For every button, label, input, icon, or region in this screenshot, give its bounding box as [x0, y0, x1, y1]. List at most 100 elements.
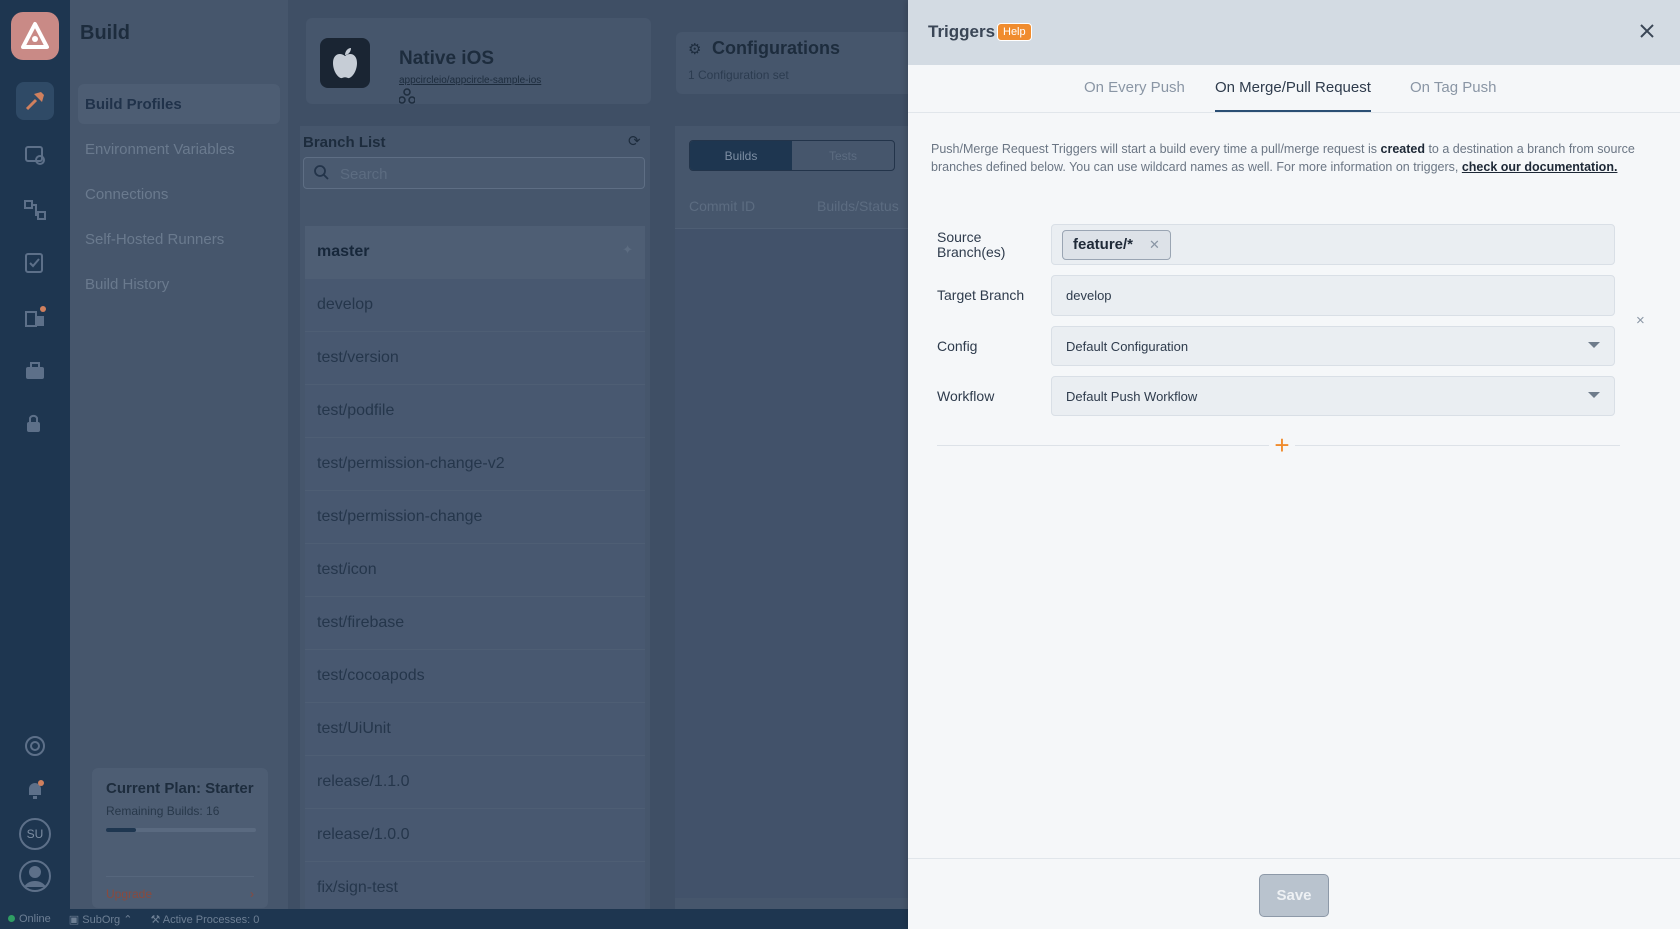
subnav-item-build-history[interactable]: Build History	[78, 264, 280, 304]
help-badge[interactable]: Help	[997, 23, 1032, 41]
tab-on-every-push[interactable]: On Every Push	[1084, 79, 1185, 110]
apple-icon	[320, 38, 370, 88]
configurations-count: 1 Configuration set	[688, 68, 789, 82]
search-placeholder: Search	[340, 166, 388, 183]
branch-list-item[interactable]: test/cocoapods	[305, 650, 645, 703]
build-hammer-icon[interactable]	[16, 82, 54, 120]
plan-card: Current Plan: Starter Remaining Builds: …	[92, 768, 268, 908]
chip-remove-icon[interactable]: ✕	[1149, 237, 1160, 253]
branch-list-panel: Branch List ⟳ Search master ✦ develop test/…	[300, 126, 650, 915]
plan-remaining: Remaining Builds: 16	[106, 804, 220, 818]
subnav-item-connections[interactable]: Connections	[78, 174, 280, 214]
branch-chip: feature/* ✕	[1062, 229, 1171, 260]
description-bold: created	[1380, 142, 1425, 156]
branch-list-item[interactable]: develop	[305, 279, 645, 332]
org-icon: ▣	[68, 913, 83, 926]
branch-list-item[interactable]: test/podfile	[305, 385, 645, 438]
configurations-card[interactable]: ⚙ Configurations 1 Configuration set	[676, 32, 908, 94]
flow-icon[interactable]	[22, 197, 48, 223]
online-status: Online	[8, 913, 51, 925]
config-select[interactable]: Default Configuration	[1051, 326, 1615, 366]
workflow-label: Workflow	[937, 388, 995, 404]
column-commit-id: Commit ID	[689, 198, 756, 214]
briefcase-icon[interactable]	[22, 358, 48, 384]
chevron-right-icon: ›	[250, 887, 254, 901]
add-trigger-button[interactable]: +	[1269, 432, 1295, 458]
builds-panel: Builds Tests Commit ID Builds/Status	[675, 126, 908, 909]
gear-icon: ⚙	[688, 41, 702, 58]
subnav-item-environment-variables[interactable]: Environment Variables	[78, 129, 280, 169]
config-select-value: Default Configuration	[1066, 338, 1189, 354]
trigger-tabs: On Every Push On Merge/Pull Request On T…	[908, 65, 1680, 113]
workflow-select-value: Default Push Workflow	[1066, 388, 1198, 404]
logo-icon[interactable]	[11, 12, 59, 60]
tab-tests[interactable]: Tests	[792, 141, 894, 170]
subnav-item-build-profiles[interactable]: Build Profiles	[78, 84, 280, 124]
upgrade-link[interactable]: Upgrade ›	[106, 876, 254, 901]
documentation-link[interactable]: check our documentation.	[1462, 160, 1618, 174]
branch-list-item[interactable]: release/1.0.0	[305, 809, 645, 862]
close-icon[interactable]	[1634, 18, 1660, 44]
branch-list-item[interactable]: fix/sign-test	[305, 862, 645, 915]
chevron-up-icon: ⌃	[123, 913, 133, 926]
online-label: Online	[19, 913, 51, 925]
page-title: Build	[80, 22, 130, 44]
status-bar: Online ▣ SubOrg ⌃ ⚒ Active Processes: 0	[0, 909, 908, 929]
remove-trigger-icon[interactable]: ×	[1636, 312, 1645, 329]
workflow-select[interactable]: Default Push Workflow	[1051, 376, 1615, 416]
target-branch-input[interactable]: develop	[1051, 275, 1615, 316]
upgrade-label: Upgrade	[106, 887, 153, 901]
support-icon[interactable]	[22, 733, 48, 759]
branch-list-item[interactable]: master ✦	[305, 226, 645, 279]
repo-link[interactable]: appcircleio/appcircle-sample-ios	[399, 75, 541, 86]
branch-list: master ✦ develop test/version test/podfile te…	[305, 226, 645, 915]
branch-list-item[interactable]: test/firebase	[305, 597, 645, 650]
bell-icon[interactable]	[22, 777, 48, 803]
builds-list	[675, 228, 908, 898]
configurations-title: Configurations	[712, 38, 840, 58]
plan-progress	[106, 828, 256, 832]
tab-on-merge-pull-request[interactable]: On Merge/Pull Request	[1215, 79, 1371, 112]
store-icon[interactable]	[22, 304, 48, 330]
branch-list-item[interactable]: test/permission-change	[305, 491, 645, 544]
branch-list-title: Branch List	[303, 134, 386, 151]
org-label: SubOrg	[82, 913, 121, 926]
org-switcher[interactable]: ▣ SubOrg ⌃	[69, 913, 133, 926]
pin-icon[interactable]: ✦	[622, 242, 633, 258]
branch-list-item[interactable]: test/UiUnit	[305, 703, 645, 756]
branch-search-input[interactable]: Search	[303, 157, 645, 189]
active-processes[interactable]: ⚒ Active Processes: 0	[150, 913, 259, 926]
plan-title: Current Plan: Starter	[106, 780, 254, 797]
save-button[interactable]: Save	[1259, 874, 1329, 917]
lock-icon[interactable]	[22, 410, 48, 436]
config-label: Config	[937, 338, 978, 354]
distribution-icon[interactable]	[22, 142, 48, 168]
source-branch-label: Source Branch(es)	[937, 229, 1006, 260]
hammer-icon: ⚒	[150, 913, 163, 926]
subnav-item-self-hosted-runners[interactable]: Self-Hosted Runners	[78, 219, 280, 259]
testing-icon[interactable]	[22, 250, 48, 276]
tab-builds[interactable]: Builds	[690, 141, 792, 170]
profile-name: Native iOS	[399, 48, 495, 69]
refresh-icon[interactable]: ⟳	[628, 132, 641, 150]
target-branch-label: Target Branch	[937, 287, 1025, 303]
branch-list-item[interactable]: test/icon	[305, 544, 645, 597]
source-branch-input[interactable]: feature/* ✕	[1051, 224, 1615, 265]
column-builds-status: Builds/Status	[817, 198, 899, 214]
build-profile-main: Native iOS appcircleio/appcircle-sample-…	[288, 0, 908, 915]
plan-progress-fill	[106, 828, 136, 832]
drawer-header: Triggers Help	[908, 0, 1680, 65]
build-subnav: Build Build Profiles Environment Variabl…	[70, 0, 288, 909]
app-rail: SU	[0, 0, 70, 909]
branch-list-item[interactable]: test/version	[305, 332, 645, 385]
connection-icon	[398, 88, 416, 109]
avatar[interactable]: SU	[19, 818, 51, 850]
tab-on-tag-push[interactable]: On Tag Push	[1410, 79, 1496, 110]
triggers-drawer: Triggers Help On Every Push On Merge/Pul…	[908, 0, 1680, 929]
search-icon	[313, 164, 329, 184]
processes-label: Active Processes: 0	[162, 913, 260, 926]
branch-list-item[interactable]: test/permission-change-v2	[305, 438, 645, 491]
user-icon[interactable]	[19, 860, 51, 892]
branch-list-item[interactable]: release/1.1.0	[305, 756, 645, 809]
chevron-down-icon	[1588, 392, 1600, 398]
